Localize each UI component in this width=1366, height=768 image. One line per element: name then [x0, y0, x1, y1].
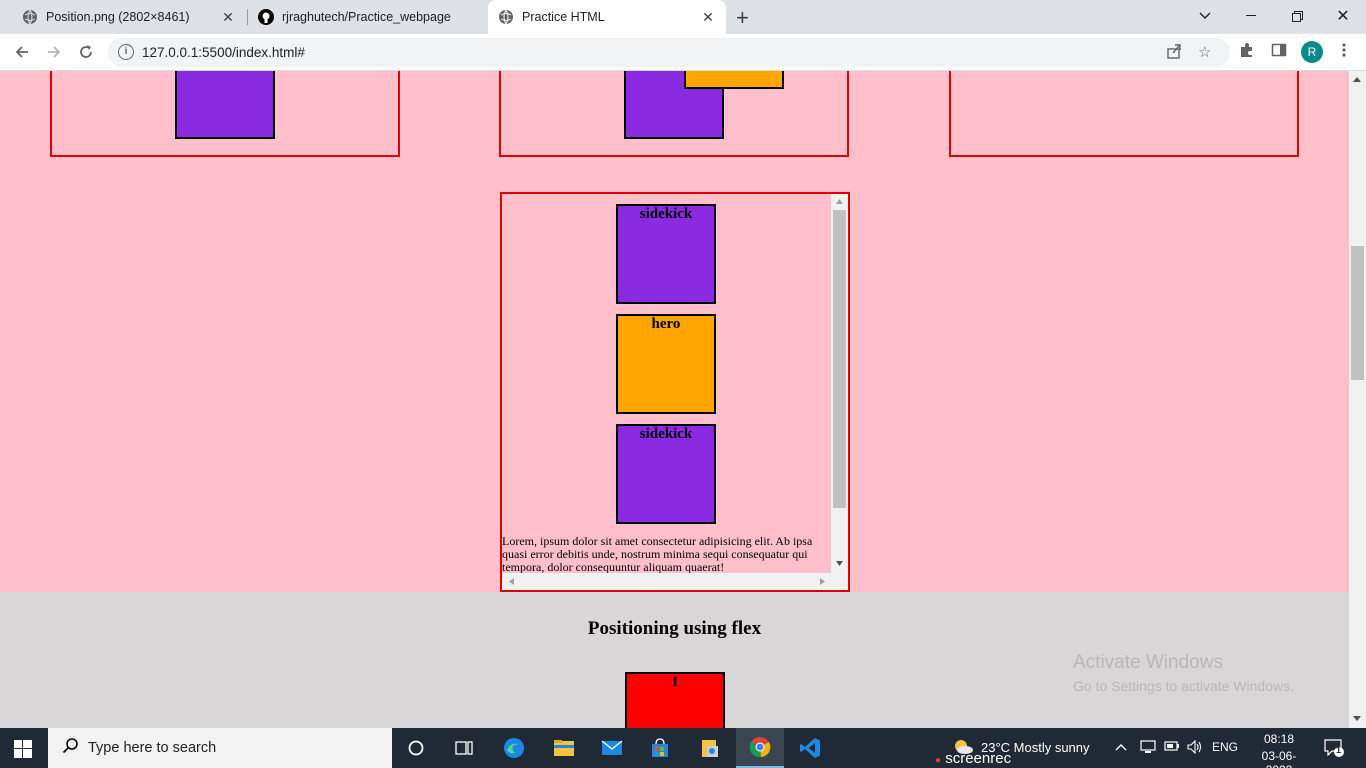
- language-indicator[interactable]: ENG: [1212, 740, 1238, 754]
- address-bar[interactable]: i 127.0.0.1:5500/index.html# ☆: [108, 38, 1230, 67]
- orange-box: [684, 71, 784, 89]
- tab-search-button[interactable]: [1182, 0, 1228, 32]
- taskbar-search-box[interactable]: Type here to search: [48, 728, 392, 768]
- notification-count: 1: [1336, 745, 1342, 755]
- tab-title: Position.png (2802×8461): [46, 10, 190, 24]
- browser-toolbar: i 127.0.0.1:5500/index.html# ☆ R: [0, 34, 1366, 71]
- store-icon[interactable]: [636, 728, 684, 768]
- restore-button[interactable]: [1274, 0, 1320, 32]
- close-window-button[interactable]: ✕: [1320, 0, 1366, 32]
- close-icon[interactable]: ✕: [220, 9, 236, 26]
- scroll-down-arrow-icon[interactable]: [836, 561, 843, 566]
- tab-practice-html[interactable]: Practice HTML ✕: [488, 0, 726, 34]
- reload-button[interactable]: [74, 40, 98, 64]
- hero-box: hero: [616, 314, 716, 414]
- section-heading: Positioning using flex: [587, 618, 762, 639]
- sidekick-box: sidekick: [616, 204, 716, 304]
- app-icon[interactable]: [686, 728, 734, 768]
- lorem-paragraph: Lorem, ipsum dolor sit amet consectetur …: [502, 534, 813, 574]
- scroll-up-arrow-icon[interactable]: [1353, 77, 1361, 82]
- globe-icon: [22, 9, 38, 25]
- scroll-left-arrow-icon[interactable]: [509, 578, 514, 585]
- share-icon[interactable]: [1166, 43, 1182, 63]
- close-icon[interactable]: ✕: [700, 9, 716, 26]
- volume-icon[interactable]: [1187, 739, 1203, 757]
- edge-browser-icon[interactable]: [490, 728, 538, 768]
- windows-taskbar: Type here to search 23°C Mostly sunny ● …: [0, 728, 1366, 768]
- position-demo-box: [949, 71, 1299, 157]
- tab-strip: Position.png (2802×8461) ✕ rjraghutech/P…: [0, 0, 1366, 34]
- search-placeholder: Type here to search: [88, 740, 217, 756]
- github-icon: [258, 9, 274, 25]
- cortana-icon[interactable]: [392, 728, 440, 768]
- tab-title: Practice HTML: [522, 10, 605, 24]
- recording-dot-icon: ●: [935, 755, 942, 766]
- screen-recorder-label: ● screenrec: [935, 750, 1012, 767]
- clock-time: 08:18: [1263, 732, 1295, 746]
- tray-overflow-chevron-icon[interactable]: [1115, 739, 1127, 754]
- task-view-icon[interactable]: [440, 728, 488, 768]
- sidekick-box: sidekick: [616, 424, 716, 524]
- forward-button[interactable]: [42, 40, 66, 64]
- network-icon[interactable]: [1140, 740, 1156, 757]
- notifications-icon[interactable]: 1: [1324, 738, 1344, 761]
- tab-position-png[interactable]: Position.png (2802×8461) ✕: [10, 0, 246, 34]
- globe-icon: [498, 9, 514, 25]
- scrollbar-thumb[interactable]: [833, 210, 846, 508]
- windows-start-icon[interactable]: [14, 740, 32, 763]
- search-icon: [62, 737, 80, 760]
- sticky-scroll-container[interactable]: sidekick hero sidekick Lorem, ipsum dolo…: [500, 192, 850, 592]
- chrome-icon[interactable]: [736, 728, 784, 768]
- site-info-icon[interactable]: i: [118, 44, 134, 60]
- purple-box: [175, 71, 275, 139]
- menu-icon[interactable]: [1342, 42, 1346, 63]
- container-horizontal-scrollbar[interactable]: [502, 573, 831, 590]
- tab-title: rjraghutech/Practice_webpage: [282, 10, 451, 24]
- activate-windows-watermark: Activate Windows Go to Settings to activ…: [1073, 652, 1294, 694]
- bookmark-star-icon[interactable]: ☆: [1198, 43, 1211, 61]
- container-vertical-scrollbar[interactable]: [831, 194, 848, 575]
- page-vertical-scrollbar[interactable]: [1349, 71, 1366, 728]
- battery-icon[interactable]: [1164, 740, 1180, 755]
- clock-date: 03-06-2022: [1261, 749, 1297, 768]
- flex-item-1: 1: [625, 672, 725, 728]
- clock[interactable]: 08:18 03-06-2022: [1250, 732, 1308, 768]
- scroll-right-arrow-icon[interactable]: [820, 578, 825, 585]
- page-viewport[interactable]: sidekick hero sidekick Lorem, ipsum dolo…: [0, 71, 1366, 728]
- profile-avatar[interactable]: R: [1301, 41, 1323, 63]
- scrollbar-corner: [831, 573, 848, 590]
- scrollbar-thumb[interactable]: [1351, 246, 1364, 380]
- scroll-up-arrow-icon[interactable]: [836, 199, 843, 204]
- minimize-button[interactable]: [1228, 0, 1274, 32]
- back-button[interactable]: [10, 40, 34, 64]
- side-panel-icon[interactable]: [1271, 42, 1287, 63]
- new-tab-button[interactable]: +: [736, 5, 749, 31]
- tab-github[interactable]: rjraghutech/Practice_webpage: [248, 0, 486, 34]
- file-explorer-icon[interactable]: [540, 728, 588, 768]
- vscode-icon[interactable]: [786, 728, 834, 768]
- url-text: 127.0.0.1:5500/index.html#: [142, 45, 305, 60]
- mail-icon[interactable]: [588, 728, 636, 768]
- extensions-icon[interactable]: [1239, 42, 1255, 63]
- scroll-down-arrow-icon[interactable]: [1353, 716, 1361, 721]
